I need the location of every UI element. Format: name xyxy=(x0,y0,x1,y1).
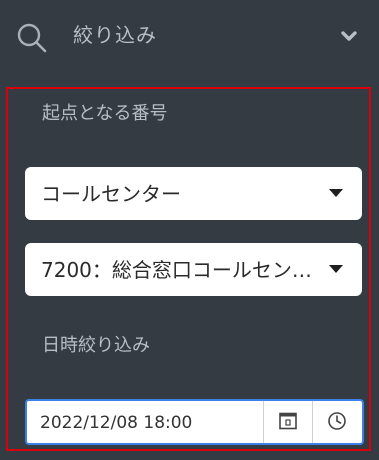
category-select[interactable]: コールセンター xyxy=(25,167,362,220)
number-select[interactable]: 7200：総合窓口コールセン… xyxy=(25,243,362,296)
filter-sidebar: 絞り込み 起点となる番号 コールセンター 7200：総合窓口コールセン… 日時絞… xyxy=(0,0,379,460)
category-select-value: コールセンター xyxy=(41,182,181,206)
datetime-input[interactable]: 2022/12/08 18:00 xyxy=(25,399,364,445)
calendar-icon xyxy=(279,412,297,430)
datetime-value[interactable]: 2022/12/08 18:00 xyxy=(40,411,192,435)
number-select-value: 7200：総合窓口コールセン… xyxy=(41,258,312,282)
filter-title: 絞り込み xyxy=(73,23,157,47)
filter-panel: 起点となる番号 コールセンター 7200：総合窓口コールセン… 日時絞り込み 2… xyxy=(6,87,371,451)
caret-down-icon xyxy=(329,265,343,273)
origin-number-label: 起点となる番号 xyxy=(42,103,168,124)
filter-header[interactable]: 絞り込み xyxy=(0,0,379,76)
clock-icon xyxy=(328,412,346,430)
search-icon[interactable] xyxy=(16,22,48,54)
caret-down-icon xyxy=(329,189,343,197)
time-button[interactable] xyxy=(312,401,361,443)
calendar-button[interactable] xyxy=(263,401,312,443)
date-filter-label: 日時絞り込み xyxy=(42,335,150,356)
chevron-down-icon[interactable] xyxy=(340,28,358,42)
